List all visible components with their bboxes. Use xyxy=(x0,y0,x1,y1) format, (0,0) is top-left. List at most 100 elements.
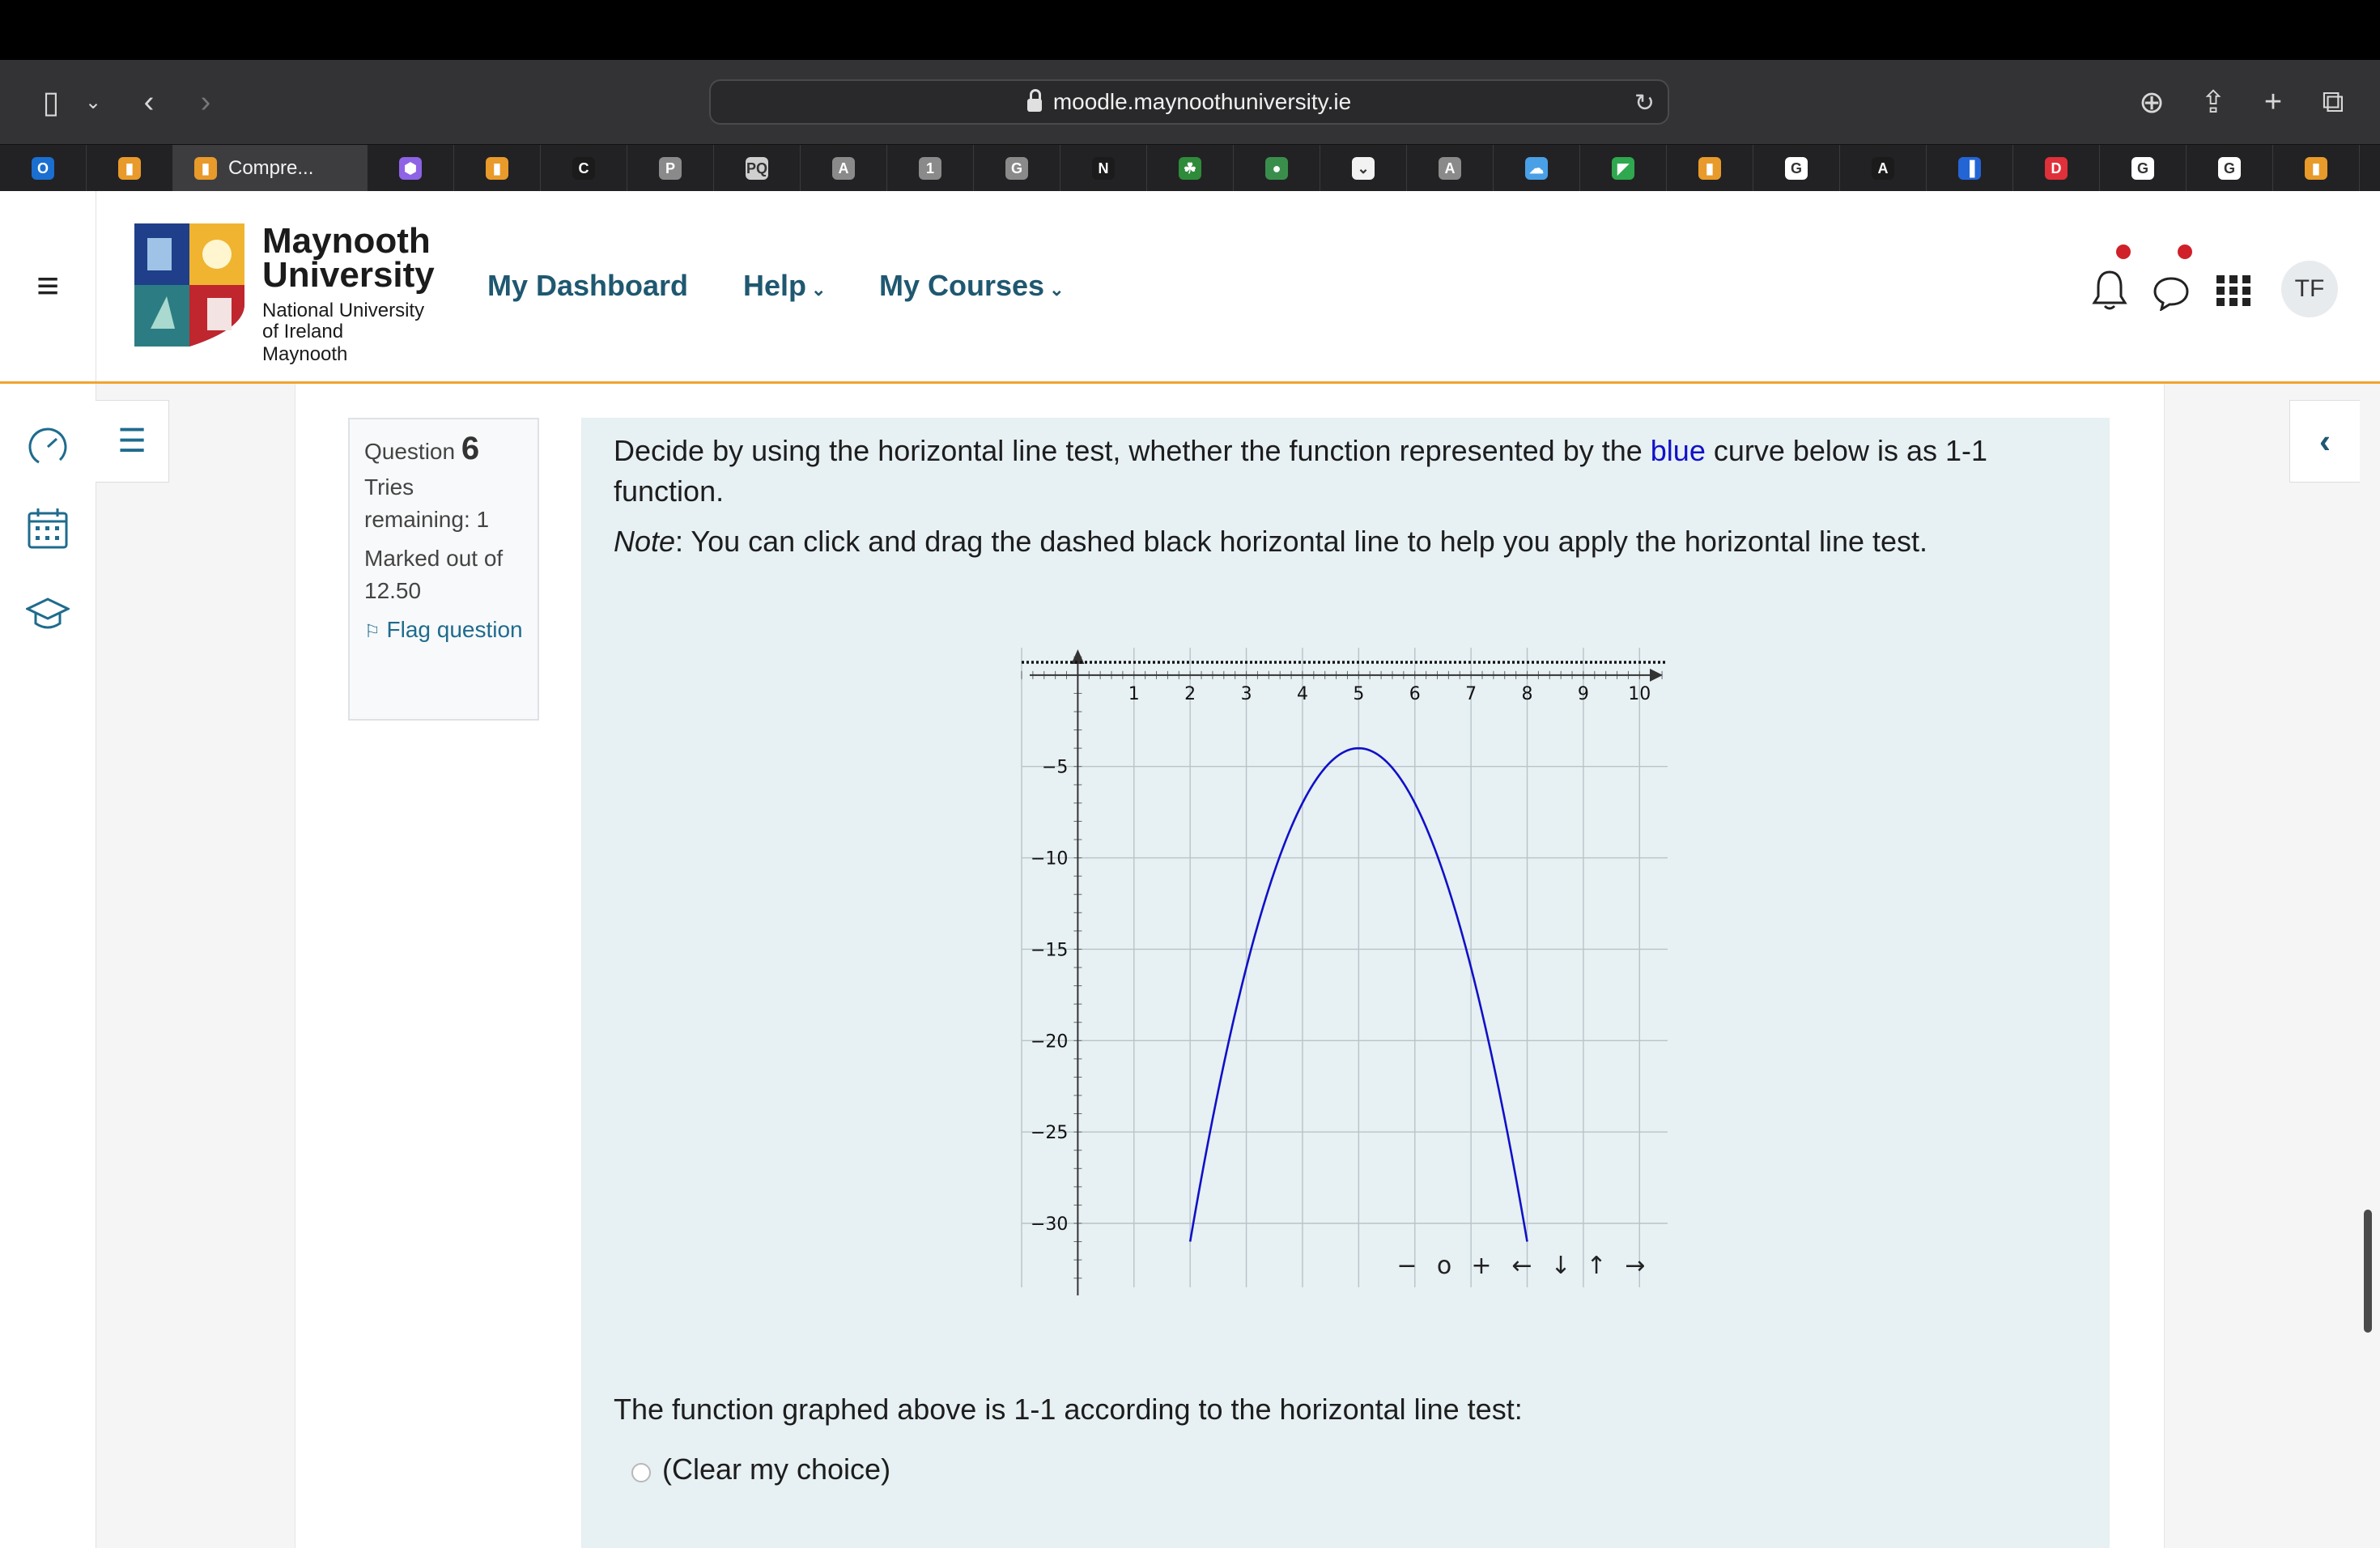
browser-tab[interactable]: P xyxy=(627,145,714,192)
course-index-toggle[interactable]: ☰ xyxy=(96,400,169,483)
x-tick-label: 3 xyxy=(1241,684,1252,704)
chevron-down-icon: ⌄ xyxy=(811,279,827,300)
new-tab-icon[interactable]: + xyxy=(2255,81,2291,123)
function-graph[interactable]: 1 2 3 4 5 6 7 8 9 10 −5 −10 −15 −20 −25 −30 − o + ← ↓ ↑ → xyxy=(1020,640,1684,1303)
clear-choice-radio[interactable] xyxy=(631,1463,651,1482)
leaf-icon: ◤ xyxy=(1612,157,1634,180)
browser-tab[interactable]: ▮ xyxy=(87,145,173,192)
browser-tab[interactable]: ▐ xyxy=(1927,145,2013,192)
browser-tab[interactable]: N xyxy=(1060,145,1147,192)
scrollbar-thumb[interactable] xyxy=(2364,1210,2372,1333)
nav-help[interactable]: Help ⌄ xyxy=(743,269,826,303)
x-tick-label: 9 xyxy=(1578,684,1589,704)
tab-overview-icon[interactable]: ⧉ xyxy=(2315,81,2351,123)
nav-my-courses[interactable]: My Courses ⌄ xyxy=(879,269,1065,303)
back-icon[interactable]: ‹ xyxy=(133,81,165,123)
browser-tab[interactable]: ☘ xyxy=(1147,145,1234,192)
moodle-icon: ▮ xyxy=(2305,157,2327,180)
a-outline-icon: A xyxy=(1872,157,1894,180)
x-tick-label: 2 xyxy=(1184,684,1196,704)
browser-tab[interactable]: ● xyxy=(1234,145,1320,192)
browser-tab[interactable]: A xyxy=(1407,145,1494,192)
browser-tab[interactable]: D xyxy=(2013,145,2100,192)
g-icon: G xyxy=(1005,157,1028,180)
moodle-icon: ▮ xyxy=(1698,157,1721,180)
y-tick-label: −30 xyxy=(1031,1214,1068,1235)
zoom-reset-button[interactable]: o xyxy=(1437,1252,1451,1280)
y-tick-label: −5 xyxy=(1042,758,1068,778)
flag-icon: ⚐ xyxy=(364,621,380,641)
tab-active[interactable]: ▮ Compre... xyxy=(173,145,368,192)
chevron-down-icon[interactable]: ⌄ xyxy=(81,81,105,123)
browser-tab[interactable]: PQ xyxy=(714,145,801,192)
university-logo[interactable]: Maynooth University National University … xyxy=(134,221,435,365)
x-tick-label: 10 xyxy=(1628,684,1651,704)
chevron-left-icon: ‹ xyxy=(2319,422,2331,460)
browser-tab[interactable]: ▮ xyxy=(1667,145,1753,192)
browser-tab[interactable]: C xyxy=(541,145,627,192)
clear-choice-option[interactable]: (Clear my choice) xyxy=(631,1452,890,1486)
d-icon: D xyxy=(2045,157,2068,180)
flag-question-label: Flag question xyxy=(386,617,523,642)
share-icon[interactable]: ⇪ xyxy=(2195,81,2231,123)
zoom-in-button[interactable]: + xyxy=(1471,1252,1491,1280)
browser-tab[interactable]: ⌄ xyxy=(1320,145,1407,192)
browser-tab[interactable]: O xyxy=(0,145,87,192)
left-rail xyxy=(0,384,96,1548)
forward-icon[interactable]: › xyxy=(189,81,222,123)
hexagon-icon: ⬢ xyxy=(399,157,422,180)
browser-tab[interactable]: ▮ xyxy=(454,145,541,192)
a-icon: A xyxy=(832,157,855,180)
question-info-panel: Question 6 Tries remaining: 1 Marked out… xyxy=(348,418,539,721)
x-tick-label: 4 xyxy=(1297,684,1308,704)
browser-tab[interactable]: ☁ xyxy=(1494,145,1580,192)
pq-icon: PQ xyxy=(746,157,768,180)
browser-tab[interactable]: ▮ xyxy=(2273,145,2360,192)
pan-right-button[interactable]: → xyxy=(1625,1252,1645,1280)
nav-my-dashboard[interactable]: My Dashboard xyxy=(487,269,688,303)
dashboard-gauge-icon[interactable] xyxy=(26,424,70,468)
book-icon: ▐ xyxy=(1958,157,1981,180)
zoom-out-button[interactable]: − xyxy=(1396,1252,1417,1280)
logo-name-line1: Maynooth xyxy=(262,221,431,261)
browser-tab[interactable]: G xyxy=(974,145,1060,192)
browser-tab[interactable]: G xyxy=(1753,145,1840,192)
google-icon: G xyxy=(2218,157,2241,180)
notion-icon: N xyxy=(1092,157,1115,180)
question-text: Decide by using the horizontal line test… xyxy=(614,431,2071,512)
pan-left-button[interactable]: ← xyxy=(1511,1252,1532,1280)
tab-label: Compre... xyxy=(228,157,314,179)
browser-tab[interactable]: 1 xyxy=(887,145,974,192)
browser-tab[interactable]: G xyxy=(2187,145,2273,192)
browser-tab[interactable]: A xyxy=(801,145,887,192)
chevron-down-icon: ⌄ xyxy=(1049,279,1065,300)
browser-tab[interactable]: G xyxy=(2100,145,2187,192)
block-drawer-toggle[interactable]: ‹ xyxy=(2289,400,2360,483)
one-icon: 1 xyxy=(919,157,941,180)
browser-tab[interactable]: ◤ xyxy=(1580,145,1667,192)
y-tick-label: −25 xyxy=(1031,1123,1068,1143)
pan-down-button[interactable]: ↓ xyxy=(1550,1252,1570,1280)
site-header: ≡ Maynooth University National Universit… xyxy=(0,191,2380,384)
user-avatar[interactable]: TF xyxy=(2281,261,2338,317)
browser-tab[interactable]: ⬢ xyxy=(368,145,454,192)
reload-icon[interactable]: ↻ xyxy=(1634,89,1655,117)
y-tick-label: −15 xyxy=(1031,940,1068,960)
menu-icon[interactable]: ≡ xyxy=(0,191,96,381)
calendar-icon[interactable] xyxy=(26,507,70,551)
sidebar-toggle-icon[interactable]: ▯ xyxy=(31,81,71,123)
question-label: Question xyxy=(364,439,456,464)
graduation-cap-icon[interactable] xyxy=(26,593,70,636)
address-bar[interactable]: moodle.maynoothuniversity.ie ↻ xyxy=(709,79,1669,125)
messages-icon[interactable] xyxy=(2152,275,2191,311)
notification-bell-icon[interactable] xyxy=(2092,269,2127,311)
message-dot xyxy=(2178,245,2192,259)
x-tick-label: 1 xyxy=(1128,684,1140,704)
browser-tab[interactable]: A xyxy=(1840,145,1927,192)
app-grid-icon[interactable] xyxy=(2215,272,2252,309)
notification-dot xyxy=(2116,245,2131,259)
pan-up-button[interactable]: ↑ xyxy=(1586,1252,1606,1280)
clover-icon: ☘ xyxy=(1179,157,1201,180)
flag-question-link[interactable]: ⚐ Flag question xyxy=(364,614,523,648)
download-icon[interactable]: ⊕ xyxy=(2134,81,2170,123)
